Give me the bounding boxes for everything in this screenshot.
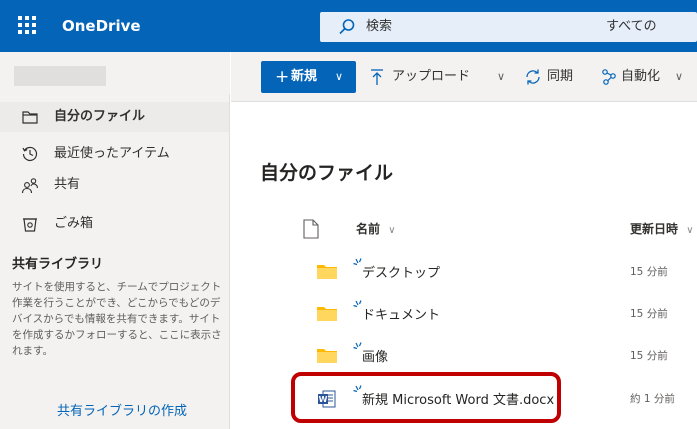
sidebar-item-shared[interactable]: 共有: [0, 170, 229, 200]
upload-icon: [371, 69, 383, 85]
annotation-highlight-box: [291, 372, 561, 423]
search-placeholder[interactable]: 検索: [366, 12, 392, 42]
new-button-label: 新規: [291, 69, 318, 84]
sync-icon: [526, 69, 540, 85]
page-title: 自分のファイル: [260, 162, 394, 184]
chevron-down-icon: ∨: [675, 70, 684, 83]
file-modified: 15 分前: [630, 350, 668, 362]
shared-libraries-description: サイトを使用すると、チームでプロジェクト作業を行うことができ、どこからでもどのデ…: [12, 281, 222, 357]
automate-button[interactable]: 自動化 ∨: [600, 61, 697, 93]
file-modified: 15 分前: [630, 266, 668, 278]
automate-label: 自動化: [621, 69, 661, 84]
automate-icon: [602, 69, 616, 85]
chevron-down-icon: ∨: [335, 70, 344, 83]
chevron-down-icon: ∨: [497, 70, 506, 83]
sidebar-item-label: ごみ箱: [54, 216, 94, 231]
file-row[interactable]: ドキュメント 15 分前: [231, 292, 697, 332]
suite-bar: OneDrive 検索 すべての: [0, 0, 697, 52]
sidebar-item-recent[interactable]: 最近使ったアイテム: [0, 139, 229, 169]
column-header-modified[interactable]: 更新日時 ∨: [630, 214, 697, 244]
new-button[interactable]: + 新規 ∨: [261, 61, 356, 93]
sidebar-item-my-files[interactable]: 自分のファイル: [0, 102, 229, 132]
file-type-icon[interactable]: [302, 219, 320, 239]
folder-icon: [317, 265, 337, 279]
sidebar-item-recycle-bin[interactable]: ごみ箱: [0, 209, 229, 239]
sidebar-item-label: 共有: [54, 177, 81, 192]
account-bar: [0, 52, 230, 94]
folder-icon: [317, 349, 337, 363]
shared-libraries-heading: 共有ライブラリ: [12, 257, 104, 272]
chevron-down-icon: ∨: [686, 225, 694, 236]
file-modified: 15 分前: [630, 308, 668, 320]
search-scope[interactable]: すべての: [606, 12, 657, 42]
app-name[interactable]: OneDrive: [62, 0, 141, 52]
file-name[interactable]: デスクトップ: [362, 262, 440, 281]
account-name-redacted: [14, 66, 106, 86]
sync-button[interactable]: 同期: [524, 61, 588, 93]
search-icon: [339, 19, 355, 35]
upload-button[interactable]: アップロード ∨: [368, 61, 512, 93]
folder-icon: [22, 111, 38, 124]
trash-icon: [23, 218, 37, 232]
folder-icon: [317, 307, 337, 321]
file-row[interactable]: 画像 15 分前: [231, 334, 697, 374]
sync-label: 同期: [547, 69, 574, 84]
app-launcher-icon[interactable]: [18, 16, 38, 36]
column-header-modified-label: 更新日時: [630, 222, 679, 236]
column-header-name[interactable]: 名前 ∨: [356, 214, 396, 244]
search-box[interactable]: 検索 すべての: [320, 12, 697, 42]
sidebar-item-label: 自分のファイル: [54, 109, 146, 124]
file-row[interactable]: デスクトップ 15 分前: [231, 250, 697, 290]
clock-icon: [22, 146, 38, 162]
people-icon: [21, 178, 39, 194]
file-name[interactable]: 画像: [362, 346, 388, 365]
chevron-down-icon: ∨: [388, 225, 396, 236]
create-shared-library-link[interactable]: 共有ライブラリの作成: [57, 400, 187, 419]
file-modified: 約 1 分前: [630, 393, 675, 405]
sidebar-item-label: 最近使ったアイテム: [54, 146, 170, 161]
column-header-name-label: 名前: [356, 222, 381, 236]
plus-icon: +: [275, 67, 290, 87]
upload-label: アップロード: [392, 69, 471, 84]
file-name[interactable]: ドキュメント: [362, 304, 440, 323]
